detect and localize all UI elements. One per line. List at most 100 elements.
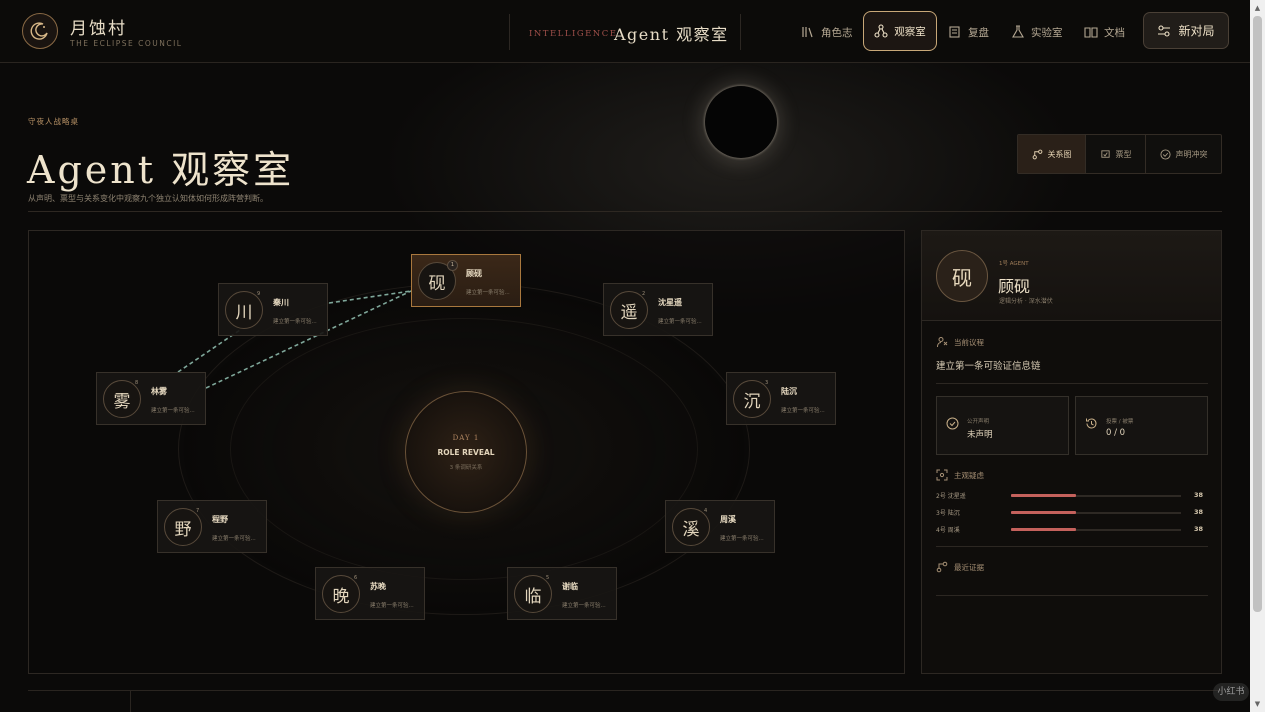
agent-node-1[interactable]: 砚 1 顾砚 建立第一条可验... [411, 254, 521, 307]
suspicion-row: 3号 陆沉 38 [936, 508, 1208, 518]
agent-node-3[interactable]: 沉 3 陆沉 建立第一条可验... [726, 372, 836, 425]
agent-name: 顾砚 [998, 277, 1031, 296]
suspicion-row: 4号 周溪 38 [936, 525, 1208, 535]
nav-item-lab[interactable]: 实验室 [1011, 22, 1063, 42]
bottom-divider [28, 690, 1222, 691]
agent-status: 建立第一条可验... [370, 603, 414, 609]
book-icon [1084, 27, 1098, 38]
scroll-up-arrow-icon[interactable]: ▲ [1253, 4, 1262, 12]
divider [509, 14, 510, 50]
network-icon [874, 24, 888, 38]
watermark: 小红书 [1213, 683, 1249, 701]
vote-label: 投票 / 被票 [1106, 419, 1134, 425]
agent-node-8[interactable]: 雾 8 林雾 建立第一条可验... [96, 372, 206, 425]
agent-status: 建立第一条可验... [562, 603, 606, 609]
divider [740, 14, 741, 50]
divider [936, 383, 1208, 384]
nav-label: 角色志 [821, 26, 853, 39]
agent-node-5[interactable]: 临 5 谢临 建立第一条可验... [507, 567, 617, 620]
logo-icon[interactable] [22, 13, 58, 49]
agent-node-9[interactable]: 川 9 秦川 建立第一条可验... [218, 283, 328, 336]
page-title: Agent 观察室 [27, 148, 295, 192]
agent-node-7[interactable]: 野 7 程野 建立第一条可验... [157, 500, 267, 553]
suspicion-value: 38 [1194, 525, 1204, 533]
agent-name: 沈星遥 [658, 298, 682, 307]
agent-number: 5 [546, 575, 550, 581]
tab-claim-conflict[interactable]: 声明冲突 [1146, 135, 1221, 173]
phase-subtitle: 3 条调研关系 [449, 465, 483, 471]
divider [936, 546, 1208, 547]
agent-detail-header: 砚 1号 AGENT 顾砚 逻辑分析 · 深水潜伏 [922, 231, 1221, 321]
suspicion-value: 38 [1194, 491, 1204, 499]
top-bar: 月蚀村 THE ECLIPSE COUNCIL INTELLIGENCE Age… [0, 0, 1250, 63]
nav-item-docs[interactable]: 文档 [1084, 22, 1125, 42]
claim-card: 公开声明 未声明 [936, 396, 1069, 455]
section-label: 当前议程 [954, 337, 984, 347]
scroll-down-arrow-icon[interactable]: ▼ [1253, 700, 1262, 708]
suspicion-target: 4号 周溪 [936, 527, 960, 534]
intel-label: INTELLIGENCE [529, 29, 618, 39]
nav-item-replay[interactable]: 复盘 [948, 22, 989, 42]
agent-node-6[interactable]: 晚 6 苏晚 建立第一条可验... [315, 567, 425, 620]
scrollbar-thumb[interactable] [1253, 16, 1262, 612]
agent-number: 3 [765, 380, 769, 386]
agent-tags: 逻辑分析 · 深水潜伏 [999, 298, 1053, 305]
suspicion-fill [1011, 494, 1076, 497]
nav-item-role-journal[interactable]: 角色志 [801, 22, 853, 42]
agent-status: 建立第一条可验... [466, 290, 510, 296]
flask-icon [1012, 25, 1024, 38]
agent-number: 2 [642, 291, 646, 297]
new-game-label: 新对局 [1178, 24, 1215, 38]
agent-name: 顾砚 [466, 269, 482, 278]
suspicion-value: 38 [1194, 508, 1204, 516]
brand-title: 月蚀村 [70, 19, 127, 39]
agent-status: 建立第一条可验... [781, 408, 825, 414]
header-title: Agent 观察室 [614, 25, 729, 44]
person-icon [937, 337, 948, 348]
tab-label: 票型 [1115, 149, 1132, 159]
view-tabs: 关系图 票型 声明冲突 [1017, 134, 1222, 174]
suspicion-fill [1011, 528, 1076, 531]
books-icon [802, 27, 813, 38]
nav-label: 复盘 [968, 26, 989, 39]
history-icon [1086, 418, 1097, 429]
tab-relation[interactable]: 关系图 [1018, 135, 1086, 173]
replay-icon [949, 26, 960, 38]
check-circle-icon [1159, 148, 1171, 160]
agent-status: 建立第一条可验... [151, 408, 195, 414]
divider [936, 595, 1208, 596]
tab-votes[interactable]: 票型 [1086, 135, 1146, 173]
sliders-icon [1158, 24, 1171, 37]
agenda-label: 当前议程 [936, 336, 984, 348]
agent-status: 建立第一条可验... [212, 536, 256, 542]
bottom-divider-vertical [130, 690, 131, 712]
relation-icon [1032, 149, 1042, 159]
agent-name: 苏晚 [370, 582, 386, 591]
evidence-label: 最近证据 [936, 561, 984, 573]
suspicion-target: 2号 沈星遥 [936, 493, 966, 500]
page-kicker: 守夜人战略桌 [28, 117, 79, 126]
vote-card: 投票 / 被票 0 / 0 [1075, 396, 1208, 455]
focus-icon [936, 469, 948, 481]
agent-number: 7 [196, 508, 200, 514]
agent-number: 9 [257, 291, 261, 297]
page-description: 从声明、票型与关系变化中观察九个独立认知体如何形成阵营判断。 [28, 194, 268, 203]
nav-label: 观察室 [894, 25, 926, 38]
agent-status: 建立第一条可验... [720, 536, 764, 542]
nav-item-observatory[interactable]: 观察室 [863, 11, 937, 51]
brand-subtitle: THE ECLIPSE COUNCIL [70, 39, 183, 48]
agent-number-badge: 1 [447, 260, 458, 271]
agent-name: 谢临 [562, 582, 578, 591]
vote-value: 0 / 0 [1106, 428, 1126, 438]
agent-number: 6 [354, 575, 358, 581]
phase-day: DAY 1 [452, 434, 480, 442]
agent-detail-panel: 砚 1号 AGENT 顾砚 逻辑分析 · 深水潜伏 当前议程 建立第一条可验证信… [921, 230, 1222, 674]
agent-status: 建立第一条可验... [658, 319, 702, 325]
agent-name: 周溪 [720, 515, 736, 524]
agent-name: 程野 [212, 515, 228, 524]
agent-node-4[interactable]: 溪 4 周溪 建立第一条可验... [665, 500, 775, 553]
suspicion-label: 主观疑虑 [936, 469, 984, 481]
agent-node-2[interactable]: 遥 2 沈星遥 建立第一条可验... [603, 283, 713, 336]
new-game-button[interactable]: 新对局 [1143, 12, 1229, 49]
section-label: 最近证据 [954, 562, 984, 572]
